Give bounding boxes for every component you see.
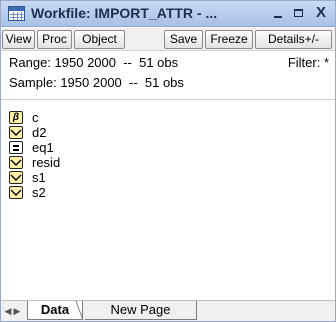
- sample-line[interactable]: Sample: 1950 2000 -- 51 obs: [9, 75, 184, 90]
- object-name: resid: [32, 155, 61, 170]
- series-icon: [9, 171, 23, 184]
- equation-icon: [9, 141, 23, 154]
- window-title: Workfile: IMPORT_ATTR - ...: [31, 5, 218, 21]
- object-name: eq1: [32, 140, 54, 155]
- list-item[interactable]: β c: [9, 110, 209, 125]
- details-button[interactable]: Details+/-: [255, 30, 332, 49]
- tab-scroll-right-icon[interactable]: ▶: [12, 305, 22, 317]
- close-button[interactable]: X: [314, 5, 328, 20]
- proc-button[interactable]: Proc: [37, 30, 72, 49]
- series-icon: [9, 126, 23, 139]
- list-item[interactable]: s2: [9, 185, 209, 200]
- filter-label[interactable]: Filter: *: [288, 55, 329, 70]
- sample-value: 1950 2000 -- 51 obs: [60, 75, 184, 90]
- title-bar[interactable]: Workfile: IMPORT_ATTR - ... X: [1, 1, 335, 27]
- object-name: s2: [32, 185, 46, 200]
- page-tab-bar: ◀ ▶ Data New Page: [1, 300, 335, 321]
- list-item[interactable]: s1: [9, 170, 209, 185]
- object-name: c: [32, 110, 39, 125]
- maximize-button[interactable]: [292, 6, 306, 20]
- tab-new-page[interactable]: New Page: [85, 301, 197, 320]
- object-button[interactable]: Object: [74, 30, 125, 49]
- series-icon: [9, 156, 23, 169]
- range-label: Range:: [9, 55, 51, 70]
- sample-label: Sample:: [9, 75, 57, 90]
- save-button[interactable]: Save: [164, 30, 203, 49]
- list-item[interactable]: eq1: [9, 140, 209, 155]
- workfile-window: Workfile: IMPORT_ATTR - ... X View Proc …: [0, 0, 336, 322]
- freeze-button[interactable]: Freeze: [205, 30, 253, 49]
- toolbar: View Proc Object Save Freeze Details+/-: [1, 28, 335, 51]
- object-list: β c d2 eq1 resid s1 s2: [9, 110, 209, 200]
- minimize-button[interactable]: [271, 6, 285, 20]
- list-item[interactable]: d2: [9, 125, 209, 140]
- range-value: 1950 2000 -- 51 obs: [54, 55, 179, 70]
- coefficient-icon: β: [9, 111, 23, 124]
- object-name: d2: [32, 125, 47, 140]
- workfile-icon: [8, 6, 25, 21]
- list-item[interactable]: resid: [9, 155, 209, 170]
- object-name: s1: [32, 170, 46, 185]
- tab-data[interactable]: Data: [27, 301, 83, 320]
- series-icon: [9, 186, 23, 199]
- workfile-info: Range: 1950 2000 -- 51 obs Filter: * Sam…: [1, 52, 335, 100]
- range-line[interactable]: Range: 1950 2000 -- 51 obs: [9, 55, 178, 70]
- view-button[interactable]: View: [2, 30, 35, 49]
